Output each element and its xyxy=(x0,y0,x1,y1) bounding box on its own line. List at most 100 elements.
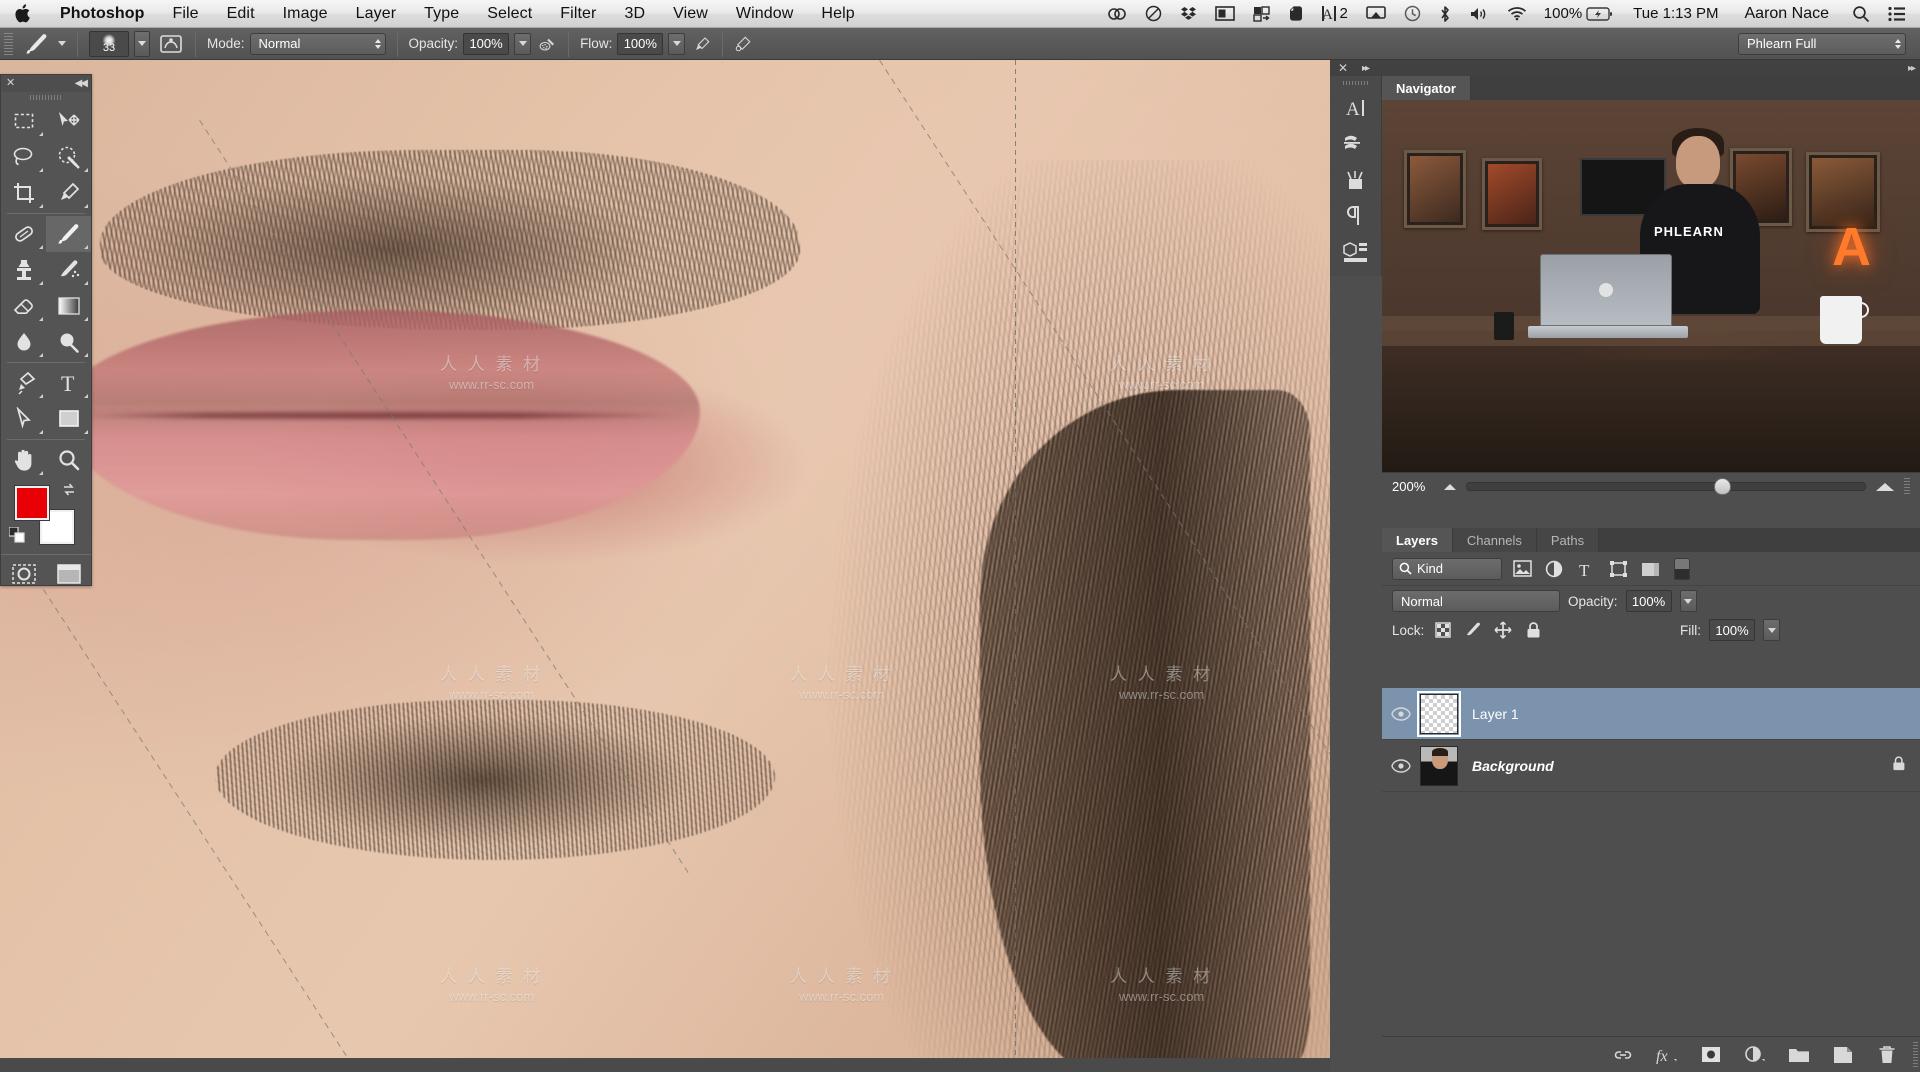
tablet-pressure-size-toggle[interactable] xyxy=(730,32,756,56)
display-icon[interactable] xyxy=(1206,6,1244,21)
zoom-in-mountains-icon[interactable] xyxy=(1876,482,1894,491)
layer-blend-mode-select[interactable]: Normal xyxy=(1392,590,1560,612)
zoom-out-mountains-icon[interactable] xyxy=(1444,483,1456,490)
tool-brush[interactable] xyxy=(46,216,91,252)
apple-logo-icon[interactable] xyxy=(0,4,46,23)
bluetooth-icon[interactable] xyxy=(1430,5,1460,23)
dropbox-icon[interactable] xyxy=(1171,5,1206,22)
clock-label[interactable]: Tue 1:13 PM xyxy=(1621,5,1730,22)
notification-center-icon[interactable] xyxy=(1879,6,1920,22)
brush-picker-arrow[interactable] xyxy=(134,30,150,57)
document-canvas[interactable]: 人 人 素 材 www.rr-sc.com 人 人 素 材 www.rr-sc.… xyxy=(0,60,1330,1072)
tool-clone-stamp[interactable] xyxy=(1,252,46,288)
brush-presets-panel-button[interactable] xyxy=(154,32,188,56)
layer-visibility-toggle[interactable] xyxy=(1382,706,1420,721)
opacity-dropdown-arrow[interactable] xyxy=(514,32,532,55)
close-icon[interactable]: ✕ xyxy=(1338,62,1348,74)
brush-size-well[interactable]: 33 xyxy=(89,30,129,57)
tool-eraser[interactable] xyxy=(1,288,46,324)
layer-name[interactable]: Layer 1 xyxy=(1472,706,1519,722)
layer-name[interactable]: Background xyxy=(1472,758,1554,774)
tool-crop[interactable] xyxy=(1,175,46,211)
do-not-disturb-icon[interactable] xyxy=(1136,5,1171,22)
layer-filter-kind-select[interactable]: Kind xyxy=(1392,557,1502,580)
navigator-thumbnail[interactable]: PHLEARN A xyxy=(1382,100,1920,472)
battery-icon[interactable] xyxy=(1586,6,1621,21)
tool-history-brush[interactable] xyxy=(46,252,91,288)
evernote-icon[interactable] xyxy=(1279,5,1313,22)
new-layer-button[interactable] xyxy=(1832,1044,1854,1066)
close-icon[interactable]: ✕ xyxy=(6,78,15,89)
filter-shape-layers-button[interactable] xyxy=(1606,558,1630,580)
navigator-zoom-slider[interactable] xyxy=(1466,478,1866,495)
current-tool-preset[interactable] xyxy=(19,32,70,56)
wifi-icon[interactable] xyxy=(1498,6,1536,21)
menu-help[interactable]: Help xyxy=(807,5,868,23)
filter-type-layers-button[interactable]: T xyxy=(1574,558,1598,580)
default-colors-icon[interactable] xyxy=(8,526,25,548)
layer-fill-input[interactable]: 100% xyxy=(1709,619,1755,641)
tool-type[interactable]: T xyxy=(46,365,91,401)
user-name-label[interactable]: Aaron Nace xyxy=(1731,5,1844,23)
airplay-icon[interactable] xyxy=(1357,5,1395,22)
navigator-resize-grip[interactable] xyxy=(1904,477,1910,496)
opacity-input[interactable]: 100% xyxy=(463,32,510,55)
menu-window[interactable]: Window xyxy=(722,5,808,23)
creative-cloud-icon[interactable] xyxy=(1098,6,1136,22)
lock-position-button[interactable] xyxy=(1492,620,1514,640)
lock-image-pixels-button[interactable] xyxy=(1462,620,1484,640)
tools-panel-grip[interactable] xyxy=(1,92,91,103)
quick-mask-button[interactable] xyxy=(1,555,46,592)
panel-icon-character[interactable]: A xyxy=(1330,90,1381,126)
brush-size-group[interactable]: 33 xyxy=(85,30,154,57)
search-icon[interactable] xyxy=(1843,5,1879,23)
filter-pixel-layers-button[interactable] xyxy=(1510,558,1534,580)
icon-column-grip[interactable] xyxy=(1330,76,1381,90)
flow-input[interactable]: 100% xyxy=(617,32,664,55)
tool-blur[interactable] xyxy=(1,324,46,360)
tool-quick-selection[interactable] xyxy=(46,139,91,175)
tool-pen[interactable] xyxy=(1,365,46,401)
tool-move[interactable] xyxy=(46,103,91,139)
tool-lasso[interactable] xyxy=(1,139,46,175)
time-machine-icon[interactable] xyxy=(1395,5,1430,22)
new-adjustment-layer-button[interactable] xyxy=(1744,1044,1766,1066)
menu-file[interactable]: File xyxy=(158,5,212,23)
menu-filter[interactable]: Filter xyxy=(546,5,610,23)
filter-adjustment-layers-button[interactable] xyxy=(1542,558,1566,580)
tool-hand[interactable] xyxy=(1,442,46,478)
filter-enable-toggle[interactable] xyxy=(1674,557,1690,580)
dock-resize-grip[interactable] xyxy=(1913,1041,1918,1068)
menu-image[interactable]: Image xyxy=(269,5,342,23)
alfred-icon[interactable]: A xyxy=(1313,5,1339,22)
tool-gradient[interactable] xyxy=(46,288,91,324)
tool-rectangle[interactable] xyxy=(46,401,91,437)
menu-type[interactable]: Type xyxy=(410,5,473,23)
canvas-horizontal-scrollbar[interactable] xyxy=(0,1058,1330,1072)
expand-icon[interactable]: ▸▸ xyxy=(1362,63,1370,74)
volume-icon[interactable] xyxy=(1460,6,1498,22)
flow-dropdown-arrow[interactable] xyxy=(668,32,686,55)
link-layers-button[interactable] xyxy=(1612,1044,1634,1066)
table-row[interactable]: Background xyxy=(1382,740,1920,792)
menu-view[interactable]: View xyxy=(659,5,722,23)
tool-preset-caret-icon[interactable] xyxy=(58,41,66,46)
lock-all-button[interactable] xyxy=(1522,620,1544,640)
menu-edit[interactable]: Edit xyxy=(213,5,269,23)
layer-style-button[interactable]: fx xyxy=(1656,1044,1678,1066)
layer-opacity-dropdown-arrow[interactable] xyxy=(1679,590,1697,612)
tool-zoom[interactable] xyxy=(46,442,91,478)
tool-rectangular-marquee[interactable] xyxy=(1,103,46,139)
delete-layer-button[interactable] xyxy=(1876,1044,1898,1066)
menu-layer[interactable]: Layer xyxy=(342,5,411,23)
panel-icon-brush-presets[interactable] xyxy=(1330,162,1381,198)
tool-eyedropper[interactable] xyxy=(46,175,91,211)
layer-thumbnail[interactable] xyxy=(1417,690,1461,737)
menu-3d[interactable]: 3D xyxy=(610,5,659,23)
lock-transparent-pixels-button[interactable] xyxy=(1432,620,1454,640)
add-layer-mask-button[interactable] xyxy=(1700,1044,1722,1066)
tablet-pressure-opacity-toggle[interactable] xyxy=(689,32,715,56)
collapse-icon[interactable]: ◀◀ xyxy=(75,78,88,89)
tab-navigator[interactable]: Navigator xyxy=(1382,76,1471,100)
tab-layers[interactable]: Layers xyxy=(1382,528,1453,552)
